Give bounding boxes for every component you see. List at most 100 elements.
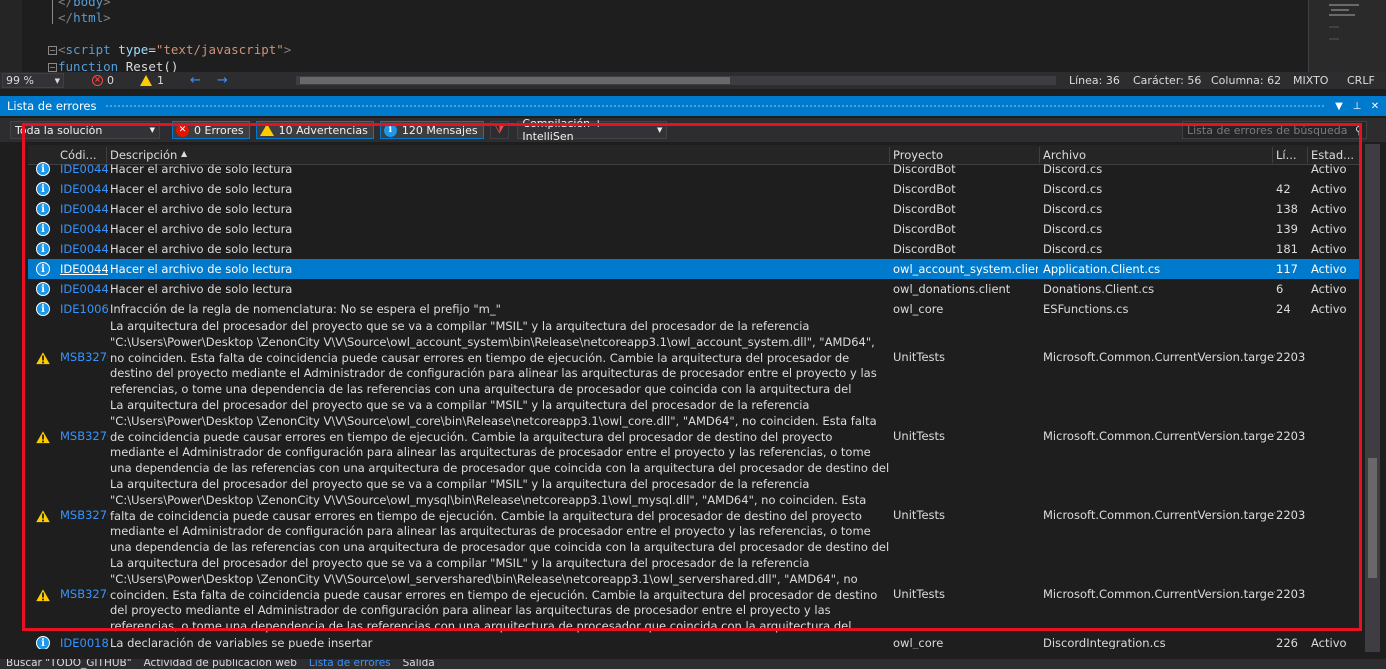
table-row[interactable]: MSB3270La arquitectura del procesador de… [28,397,1360,476]
search-placeholder: Lista de errores de búsqueda [1187,123,1348,137]
table-row[interactable]: MSB3270La arquitectura del procesador de… [28,476,1360,555]
error-count: 0 [107,74,114,87]
table-row[interactable]: i IDE0044 Hacer el archivo de solo lectura… [28,219,1360,239]
cell-code[interactable]: MSB3270 [60,508,108,523]
warning-icon [140,75,152,86]
cell-line: 42 [1276,181,1291,196]
cell-code[interactable]: IDE0044 [60,162,108,177]
code-line[interactable]: </html> [58,10,111,26]
cell-project: DiscordBot [893,241,956,256]
warnings-filter-button[interactable]: 10 Advertencias [255,121,374,139]
cell-code[interactable]: IDE0044 [60,202,108,217]
code-token: </ [58,0,74,9]
table-row[interactable]: i IDE0044 Hacer el archivo de solo lectura… [28,159,1360,179]
table-row[interactable]: MSB3270La arquitectura del procesador de… [28,318,1360,397]
cell-code[interactable]: IDE0044 [60,222,108,237]
cell-description: La arquitectura del procesador del proye… [110,477,890,554]
error-list-grid[interactable]: Códi... Descripción ▲ Proyecto Archivo L… [28,145,1360,649]
cell-project: UnitTests [893,587,946,601]
code-editor[interactable]: </body> </html> <script type="text/javascr… [0,0,1386,74]
bottom-tab[interactable]: Actividad de publicación web [138,659,303,669]
table-row[interactable]: i IDE0044 Hacer el archivo de solo lectura… [28,239,1360,259]
code-token: = [148,42,156,57]
cell-code[interactable]: IDE0044 [60,242,108,257]
pin-icon[interactable]: ⊥ [1350,101,1364,112]
cell-project: DiscordBot [893,181,956,196]
cell-code[interactable]: IDE0018 [60,636,108,650]
error-icon: × [92,75,103,86]
cell-description: Hacer el archivo de solo lectura [110,181,293,196]
info-icon: i [36,262,50,276]
bottom-tab[interactable]: Lista de errores [303,659,397,669]
cell-file: Discord.cs [1043,201,1103,216]
table-row[interactable]: MSB3270La arquitectura del procesador de… [28,555,1360,634]
info-icon: i [36,282,50,296]
fold-toggle-icon[interactable]: − [48,63,57,72]
table-row[interactable]: i IDE0044 Hacer el archivo de solo lectura… [28,199,1360,219]
info-icon: i [383,123,397,137]
bottom-tab[interactable]: Buscar "TODO_GITHUB" [0,659,138,669]
code-minimap[interactable] [1308,0,1386,72]
errors-filter-button[interactable]: ✕ 0 Errores [172,121,250,139]
code-line[interactable]: </body> [58,0,111,10]
code-token: > [103,0,111,9]
nav-forward-icon[interactable]: → [217,73,228,88]
filter-funnel-button[interactable]: ⧩ [489,121,510,139]
error-list-toolbar: Toda la solución ▼ ✕ 0 Errores 10 Advert… [0,117,1386,143]
info-icon: i [36,636,50,649]
info-icon: i [36,302,50,316]
bottom-tab[interactable]: Salida [397,659,441,669]
cell-description: Hacer el archivo de solo lectura [110,161,293,176]
table-row[interactable]: i IDE0044 Hacer el archivo de solo lectura… [28,179,1360,199]
error-indicator[interactable]: × 0 [92,74,114,87]
table-row[interactable]: i IDE1006 Infracción de la regla de nomenc… [28,299,1360,319]
table-row[interactable]: i IDE0044 Hacer el archivo de solo lectura… [28,279,1360,299]
cell-code[interactable]: IDE1006 [60,302,108,317]
cell-line: 2203 [1276,587,1306,601]
warning-icon [35,350,51,365]
fold-toggle-icon[interactable]: − [48,46,57,55]
cell-line: 2203 [1276,429,1306,443]
table-row[interactable]: i IDE0044 Hacer el archivo de solo lectura… [28,259,1360,279]
cell-code[interactable]: IDE0044 [60,262,108,277]
info-icon: i [36,202,50,216]
code-token: html [73,10,104,25]
cell-project: UnitTests [893,429,946,443]
editor-horizontal-scroll-thumb[interactable] [300,77,730,84]
close-icon[interactable]: ✕ [1368,101,1382,112]
build-combo-value: Compilación + IntelliSen [522,117,603,143]
cell-code[interactable]: MSB3270 [60,350,108,365]
table-row[interactable]: i IDE0018 La declaración de variables se p… [28,633,1360,649]
cell-description: La arquitectura del procesador del proye… [110,398,890,475]
dropdown-icon[interactable]: ▼ [1332,101,1346,112]
error-list-titlebar[interactable]: Lista de errores ▼ ⊥ ✕ [0,96,1386,116]
chevron-down-icon: ▼ [657,126,663,134]
eol-indicator[interactable]: CRLF [1347,74,1375,87]
zoom-combo[interactable]: 99 % ▼ [2,73,64,88]
code-token: script [65,42,111,57]
cell-state: Activo [1311,301,1347,316]
cell-code[interactable]: IDE0044 [60,282,108,297]
mode-indicator[interactable]: MIXTO [1293,74,1328,87]
cell-state: Activo [1311,161,1347,176]
nav-back-icon[interactable]: ← [190,73,201,88]
messages-filter-button[interactable]: i 120 Mensajes [379,121,484,139]
info-icon: i [36,242,50,256]
warning-indicator[interactable]: 1 [140,74,164,87]
cell-file: Donations.Client.cs [1043,281,1155,296]
cell-project: owl_core [893,301,944,316]
code-line[interactable]: <script type="text/javascript"> [58,42,291,58]
cell-description: Hacer el archivo de solo lectura [110,281,293,296]
cell-line: 6 [1276,281,1284,296]
build-intellisense-combo[interactable]: Compilación + IntelliSen ▼ [517,117,668,143]
cell-code[interactable]: MSB3270 [60,587,108,602]
editor-status-strip: 99 % ▼ × 0 1 ← → Línea: 36 Carácter: 56 … [0,72,1386,89]
sort-ascending-icon: ▲ [181,149,188,158]
error-icon: ✕ [176,123,189,137]
cell-code[interactable]: IDE0044 [60,182,108,197]
error-list-search-input[interactable]: Lista de errores de búsqueda ⚲ [1182,121,1367,139]
cell-code[interactable]: MSB3270 [60,429,108,444]
code-token: body [73,0,104,9]
grid-vertical-scroll-thumb[interactable] [1368,458,1377,578]
scope-combo[interactable]: Toda la solución ▼ [10,121,160,139]
